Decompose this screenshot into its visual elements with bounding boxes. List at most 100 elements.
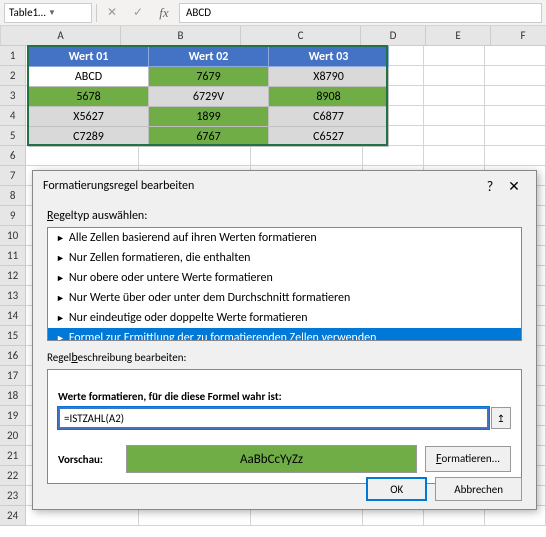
col-header[interactable]: F: [491, 26, 546, 46]
row-header[interactable]: 2: [0, 66, 26, 86]
ok-button[interactable]: OK: [366, 477, 427, 501]
cell[interactable]: [424, 106, 485, 126]
rule-type-list[interactable]: ► Alle Zellen basierend auf ihren Werten …: [47, 227, 522, 341]
cell[interactable]: [26, 146, 138, 166]
arrow-icon: ►: [56, 253, 65, 264]
row-header[interactable]: 7: [0, 166, 26, 186]
table-cell[interactable]: 8908: [269, 87, 389, 107]
table-cell[interactable]: 6767: [149, 127, 269, 147]
accept-formula-icon: ✓: [127, 3, 149, 23]
table-cell[interactable]: 6729V: [149, 87, 269, 107]
rule-type-label: Nur Zellen formatieren, die enthalten: [69, 251, 251, 265]
row-header[interactable]: 16: [0, 346, 26, 366]
table-cell[interactable]: C6527: [269, 127, 389, 147]
fx-icon[interactable]: fx: [153, 3, 175, 23]
row-header[interactable]: 13: [0, 286, 26, 306]
cancel-formula-icon: ✕: [101, 3, 123, 23]
row-header[interactable]: 1: [0, 46, 26, 66]
cancel-button[interactable]: Abbrechen: [435, 477, 522, 501]
rule-type-item[interactable]: ► Alle Zellen basierend auf ihren Werten …: [48, 228, 521, 248]
rule-type-item[interactable]: ► Nur eindeutige oder doppelte Werte form…: [48, 308, 521, 328]
arrow-icon: ►: [56, 233, 65, 244]
cell[interactable]: [485, 46, 546, 66]
table-header[interactable]: Wert 03: [269, 47, 389, 67]
row-header[interactable]: 19: [0, 406, 26, 426]
table-cell[interactable]: C6877: [269, 107, 389, 127]
formula-section: Werte formatieren, für die diese Formel …: [47, 369, 522, 484]
row-header[interactable]: 11: [0, 246, 26, 266]
preview-label: Vorschau:: [58, 453, 118, 466]
cell[interactable]: [485, 86, 546, 106]
col-header[interactable]: C: [241, 26, 361, 46]
row-header[interactable]: 15: [0, 326, 26, 346]
rule-desc-label: Regelbeschreibung bearbeiten:: [47, 351, 522, 365]
cell[interactable]: [139, 146, 251, 166]
cell[interactable]: [424, 86, 485, 106]
table-header[interactable]: Wert 02: [149, 47, 269, 67]
cell[interactable]: [485, 126, 546, 146]
row-header[interactable]: 14: [0, 306, 26, 326]
name-box[interactable]: Table1151... ▼: [4, 3, 92, 23]
row-header[interactable]: 9: [0, 206, 26, 226]
toolbar: Table1151... ▼ ✕ ✓ fx ABCD: [0, 0, 546, 26]
col-header[interactable]: E: [426, 26, 491, 46]
row-header[interactable]: 10: [0, 226, 26, 246]
edit-rule-dialog: Formatierungsregel bearbeiten ? ✕ Regelt…: [32, 170, 537, 510]
row-header[interactable]: 12: [0, 266, 26, 286]
cell[interactable]: [485, 106, 546, 126]
rule-type-label: Nur obere oder untere Werte formatieren: [69, 271, 273, 285]
cell[interactable]: [424, 66, 485, 86]
cell[interactable]: [485, 146, 546, 166]
rule-type-item[interactable]: ► Nur obere oder untere Werte formatieren: [48, 268, 521, 288]
arrow-icon: ►: [56, 293, 65, 304]
help-button[interactable]: ?: [478, 178, 502, 195]
cell[interactable]: [424, 126, 485, 146]
range-picker-icon[interactable]: ↥: [491, 407, 511, 429]
row-header[interactable]: 6: [0, 146, 26, 166]
table-cell[interactable]: 1899: [149, 107, 269, 127]
row-header[interactable]: 18: [0, 386, 26, 406]
formula-input[interactable]: [58, 407, 489, 429]
row-header[interactable]: 5: [0, 126, 26, 146]
chevron-down-icon[interactable]: ▼: [48, 8, 87, 18]
row-header[interactable]: 3: [0, 86, 26, 106]
row-header[interactable]: 21: [0, 446, 26, 466]
rule-type-label: Formel zur Ermittlung der zu formatieren…: [69, 331, 377, 341]
table-cell[interactable]: 7679: [149, 67, 269, 87]
col-header[interactable]: B: [121, 26, 241, 46]
row-header[interactable]: 22: [0, 466, 26, 486]
table-cell[interactable]: X8790: [269, 67, 389, 87]
close-button[interactable]: ✕: [502, 178, 526, 195]
formula-bar[interactable]: ABCD: [179, 3, 542, 23]
name-box-text: Table1151...: [9, 6, 48, 19]
rule-type-label: Nur eindeutige oder doppelte Werte forma…: [69, 311, 308, 325]
data-table: Wert 01Wert 02Wert 03 ABCD7679X8790 56786…: [28, 46, 389, 147]
row-header[interactable]: 23: [0, 486, 26, 506]
arrow-icon: ►: [56, 313, 65, 324]
row-header[interactable]: 17: [0, 366, 26, 386]
col-header[interactable]: A: [1, 26, 121, 46]
table-cell[interactable]: C7289: [29, 127, 149, 147]
cell[interactable]: [363, 146, 424, 166]
dialog-titlebar[interactable]: Formatierungsregel bearbeiten ? ✕: [33, 171, 536, 201]
table-cell[interactable]: ABCD: [29, 67, 149, 87]
row-header[interactable]: 20: [0, 426, 26, 446]
rule-type-label: Alle Zellen basierend auf ihren Werten f…: [69, 231, 317, 245]
table-cell[interactable]: 5678: [29, 87, 149, 107]
arrow-icon: ►: [56, 333, 65, 342]
formula-label: Werte formatieren, für die diese Formel …: [58, 390, 511, 403]
cell[interactable]: [251, 146, 363, 166]
rule-type-item[interactable]: ► Formel zur Ermittlung der zu formatiere…: [48, 328, 521, 341]
rule-type-item[interactable]: ►Nur Werte über oder unter dem Durchschn…: [48, 288, 521, 308]
arrow-icon: ►: [56, 273, 65, 284]
cell[interactable]: [485, 66, 546, 86]
rule-type-item[interactable]: ► Nur Zellen formatieren, die enthalten: [48, 248, 521, 268]
cell[interactable]: [424, 146, 485, 166]
row-header[interactable]: 4: [0, 106, 26, 126]
table-cell[interactable]: X5627: [29, 107, 149, 127]
row-header[interactable]: 24: [0, 506, 26, 526]
table-header[interactable]: Wert 01: [29, 47, 149, 67]
col-header[interactable]: D: [361, 26, 426, 46]
cell[interactable]: [424, 46, 485, 66]
row-header[interactable]: 8: [0, 186, 26, 206]
